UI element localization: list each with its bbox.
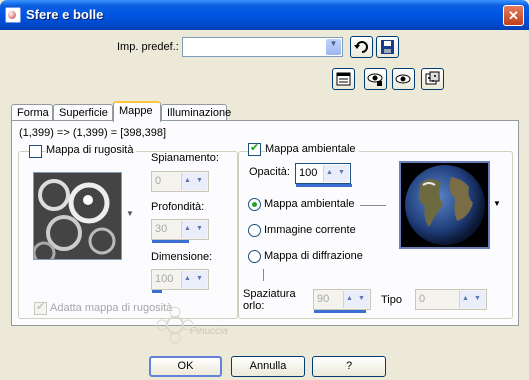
preset-select[interactable]: ▼ [182, 37, 343, 57]
spacing-label-line2: orlo: [243, 300, 265, 312]
tab-mappe[interactable]: Mappe [113, 101, 161, 122]
bump-map-checkbox[interactable] [29, 145, 42, 158]
spacing-label-line1: Spaziatura [243, 288, 296, 300]
depth-label: Profondità: [151, 201, 205, 213]
proof-button[interactable] [364, 68, 387, 90]
save-preset-button[interactable] [376, 36, 399, 58]
cancel-button[interactable]: Annulla [231, 356, 305, 377]
randomize-button[interactable] [421, 68, 444, 90]
size-spinner[interactable]: 100 ▲ ▼ [151, 269, 209, 293]
env-preview-dropdown-icon[interactable]: ▼ [493, 199, 501, 208]
save-disk-icon [381, 40, 394, 54]
connector-line [360, 205, 386, 206]
type-label: Tipo [381, 294, 402, 306]
tab-panel-mappe: (1,399) => (1,399) = [398,398] Mappa di … [11, 120, 519, 326]
reset-preset-button[interactable] [350, 36, 373, 58]
depth-value: 30 [155, 223, 168, 235]
preset-label: Imp. predef.: [117, 41, 179, 53]
spinner-arrows[interactable]: ▲ ▼ [343, 291, 369, 308]
help-button[interactable]: ? [312, 356, 386, 377]
spinner-arrows[interactable]: ▲ ▼ [459, 291, 485, 308]
spinner-arrows[interactable]: ▲ ▼ [181, 173, 207, 190]
toggle-preview-button[interactable] [332, 68, 355, 90]
spacing-slider[interactable] [314, 310, 366, 313]
size-label: Dimensione: [151, 251, 213, 263]
title-bar[interactable]: Sfere e bolle ✕ [0, 0, 529, 30]
env-map-preview[interactable] [399, 161, 490, 249]
watermark-flower-icon [156, 306, 194, 344]
opacity-slider[interactable] [296, 184, 352, 187]
env-map-label: Mappa ambientale [265, 143, 359, 155]
fit-bump-map-checkbox[interactable] [34, 300, 47, 315]
smoothing-value: 0 [155, 175, 162, 187]
globe-image [401, 163, 488, 247]
radio-current-image-label: Immagine corrente [264, 224, 356, 236]
dice-icon [425, 71, 440, 85]
tab-label: Forma [17, 107, 49, 119]
bump-map-preview[interactable] [32, 172, 122, 265]
undo-arrow-icon [354, 41, 368, 53]
opacity-value: 100 [299, 167, 318, 179]
spinner-arrows[interactable]: ▲ ▼ [181, 271, 207, 288]
tab-label: Superficie [59, 107, 108, 119]
eye-icon [395, 74, 411, 84]
type-spinner[interactable]: 0 ▲ ▼ [415, 289, 487, 310]
env-map-checkbox[interactable] [248, 141, 261, 156]
eye-icon [367, 73, 383, 86]
radio-env-map[interactable] [248, 198, 261, 211]
radio-env-map-label: Mappa ambientale [264, 198, 355, 210]
chevron-down-icon[interactable]: ▼ [326, 39, 341, 55]
spinner-arrows[interactable]: ▲ ▼ [181, 221, 207, 238]
opacity-spinner[interactable]: 100 ▲ ▼ [295, 163, 352, 187]
tab-label: Illuminazione [167, 107, 232, 119]
bump-texture-image [32, 173, 121, 265]
radio-diffraction-label: Mappa di diffrazione [264, 250, 363, 262]
opacity-label: Opacità: [249, 166, 290, 178]
smoothing-label: Spianamento: [151, 152, 219, 164]
depth-spinner[interactable]: 30 ▲ ▼ [151, 219, 209, 243]
spacing-spinner[interactable]: 90 ▲ ▼ [313, 289, 371, 313]
radio-current-image[interactable] [248, 224, 261, 237]
spinner-arrows[interactable]: ▲ ▼ [323, 165, 349, 182]
smoothing-spinner[interactable]: 0 ▲ ▼ [151, 171, 209, 192]
radio-diffraction-map[interactable] [248, 250, 261, 263]
auto-proof-button[interactable] [392, 68, 415, 90]
ok-button[interactable]: OK [149, 356, 222, 377]
coordinates-readout: (1,399) => (1,399) = [398,398] [19, 127, 167, 139]
window-title: Sfere e bolle [26, 7, 104, 22]
app-icon [5, 7, 21, 23]
type-value: 0 [419, 293, 426, 305]
size-slider[interactable] [152, 290, 162, 293]
connector-line [263, 269, 264, 281]
dialog-window: Sfere e bolle ✕ Imp. predef.: ▼ Forma Su… [0, 0, 529, 380]
spacing-label: Spaziatura orlo: [243, 288, 296, 312]
bump-map-label: Mappa di rugosità [46, 144, 137, 156]
size-value: 100 [155, 273, 174, 285]
tab-label: Mappe [119, 105, 153, 117]
depth-slider[interactable] [152, 240, 189, 243]
close-button[interactable]: ✕ [503, 5, 524, 26]
spacing-value: 90 [317, 293, 330, 305]
window-preview-icon [336, 72, 351, 86]
preview-dropdown-icon[interactable]: ▼ [126, 209, 134, 218]
